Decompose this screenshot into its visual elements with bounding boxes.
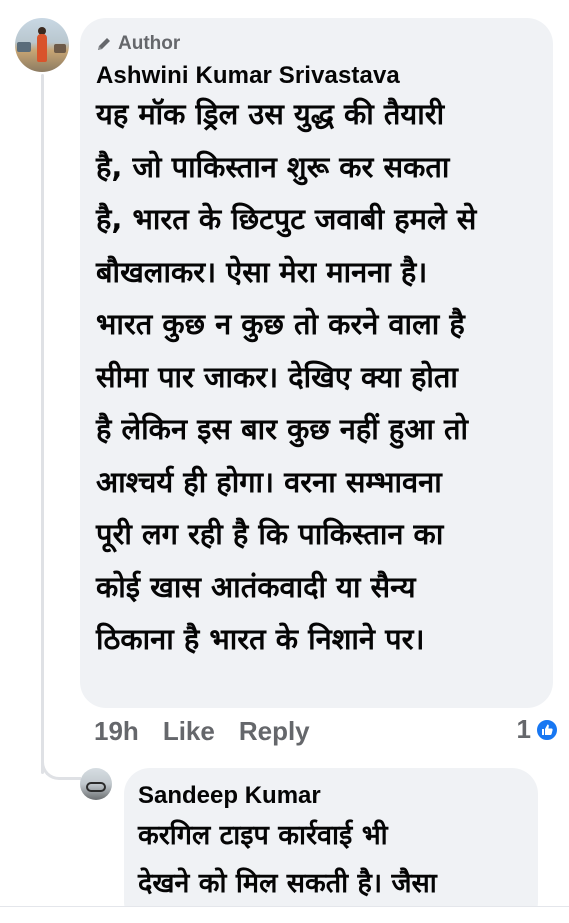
comment-text-line: है, भारत के छिटपुट जवाबी हमले से [96,202,477,236]
comment-text: यह मॉक ड्रिल उस युद्ध की तैयारी है, जो प… [96,88,544,666]
thumbs-up-icon [542,724,553,735]
reaction-summary[interactable]: 1 [517,714,559,745]
like-icon [535,717,559,742]
comment-author-name[interactable]: Ashwini Kumar Srivastava [96,62,537,90]
comment-text-line: ठिकाना है भारत के निशाने पर। [96,622,425,656]
avatar[interactable] [15,18,69,72]
reaction-count: 1 [516,714,531,744]
thread-connector [41,740,81,780]
comment-text-line: बौखलाकर। ऐसा मेरा मानना है। [96,254,428,289]
pencil-icon [98,38,110,50]
comment-text-line: कोई खास आतंकवादी या सैन्य [96,569,416,604]
author-badge-label: Author [118,33,181,54]
comment-text-line: पूरी लग रही है कि पाकिस्तान का [96,517,444,551]
comment-text-line: यह मॉक ड्रिल उस युद्ध की तैयारी [96,97,445,131]
comment-text-line: है, जो पाकिस्तान शुरू कर सकता [96,149,450,184]
reply-text: करगिल टाइप कार्रवाई भी देखने को मिल सकती… [138,812,522,908]
comment-text-line: है लेकिन इस बार कुछ नहीं हुआ तो [96,412,469,446]
comment-text-line: आश्चर्य ही होगा। वरना सम्भावना [96,464,442,499]
thread-line [41,74,44,774]
comment-text-line: सीमा पार जाकर। देखिए क्या होता [96,359,458,394]
bottom-edge [0,906,569,923]
comment-timestamp[interactable]: 19h [94,716,139,747]
reply-text-line: देखने को मिल सकती है। जैसा [138,868,437,899]
reply-text-line: करगिल टाइप कार्रवाई भी [138,820,388,851]
comment-bubble: Author Ashwini Kumar Srivastava यह मॉक ड… [80,18,553,708]
reply-button[interactable]: Reply [239,716,310,747]
author-badge: Author [96,32,537,56]
reply-avatar[interactable] [80,768,112,800]
reply-author-name[interactable]: Sandeep Kumar [138,782,522,810]
reply-bubble: Sandeep Kumar करगिल टाइप कार्रवाई भी देख… [124,768,538,923]
comment-text-line: भारत कुछ न कुछ तो करने वाला है [96,307,465,341]
comment-actions: 19h Like Reply [94,712,310,750]
like-button[interactable]: Like [163,716,215,747]
